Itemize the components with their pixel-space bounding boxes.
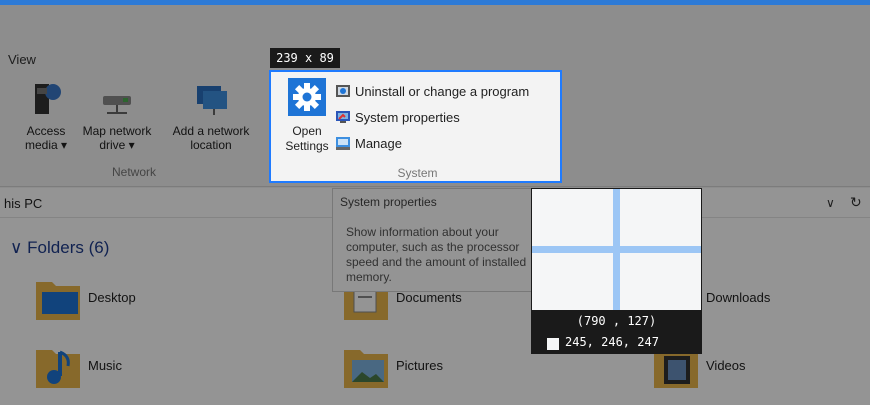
desktop-folder-icon: [36, 282, 80, 320]
pixel-rgb-value: 245, 246, 247: [565, 335, 659, 349]
magnifier-panel: (790 , 127) 245, 246, 247: [531, 188, 702, 354]
folder-label: Pictures: [396, 358, 443, 373]
system-properties-label: System properties: [355, 109, 460, 125]
tooltip-title: System properties: [340, 195, 437, 209]
media-icon: [29, 82, 63, 118]
magnifier-view: [532, 189, 701, 310]
crosshair-horizontal: [532, 246, 701, 253]
manage-button[interactable]: Manage: [335, 133, 402, 153]
uninstall-icon: [336, 85, 350, 97]
folders-header-label: Folders (6): [27, 238, 110, 257]
map-network-drive-label: Map network drive ▾: [82, 124, 152, 152]
gear-icon: [288, 78, 326, 116]
uninstall-program-button[interactable]: Uninstall or change a program: [335, 81, 529, 101]
folders-section-header[interactable]: ∨ Folders (6): [10, 238, 109, 258]
network-drive-icon: [97, 82, 137, 118]
system-group-label: System: [397, 166, 438, 180]
network-group-label: Network: [112, 165, 157, 179]
music-folder-icon: [36, 350, 80, 388]
map-network-drive-button[interactable]: Map network drive ▾: [76, 82, 158, 152]
folder-label: Desktop: [88, 290, 136, 305]
add-network-location-button[interactable]: Add a network location: [162, 82, 260, 152]
folder-label: Downloads: [706, 290, 771, 305]
open-settings-button[interactable]: Open Settings: [279, 78, 335, 162]
folder-label: Videos: [706, 358, 746, 373]
manage-label: Manage: [355, 135, 402, 151]
system-properties-icon: [336, 111, 350, 123]
uninstall-program-label: Uninstall or change a program: [355, 83, 530, 99]
folder-label: Music: [88, 358, 122, 373]
selection-size-label: 239 x 89: [270, 48, 340, 68]
tooltip-body: Show information about your computer, su…: [346, 225, 527, 284]
color-swatch: [547, 338, 559, 350]
access-media-button[interactable]: Access media ▾: [18, 82, 74, 152]
capture-selection[interactable]: Open Settings Uninstall or change a prog…: [269, 70, 562, 183]
access-media-label: Access media ▾: [24, 124, 68, 152]
address-path: his PC: [4, 196, 43, 211]
refresh-icon[interactable]: ↻: [850, 194, 862, 211]
pictures-folder-icon: [344, 350, 388, 388]
folder-label: Documents: [396, 290, 462, 305]
ribbon-divider: [0, 186, 870, 187]
tab-view[interactable]: View: [8, 52, 36, 67]
cursor-coordinates: (790 , 127): [576, 314, 657, 328]
add-network-location-label: Add a network location: [172, 124, 250, 152]
manage-icon: [336, 137, 350, 150]
chevron-down-icon[interactable]: ∨: [826, 196, 835, 210]
network-location-icon: [191, 82, 231, 118]
open-settings-label: Open Settings: [285, 124, 329, 153]
top-accent-bar: [0, 0, 870, 5]
system-properties-button[interactable]: System properties: [335, 107, 460, 127]
